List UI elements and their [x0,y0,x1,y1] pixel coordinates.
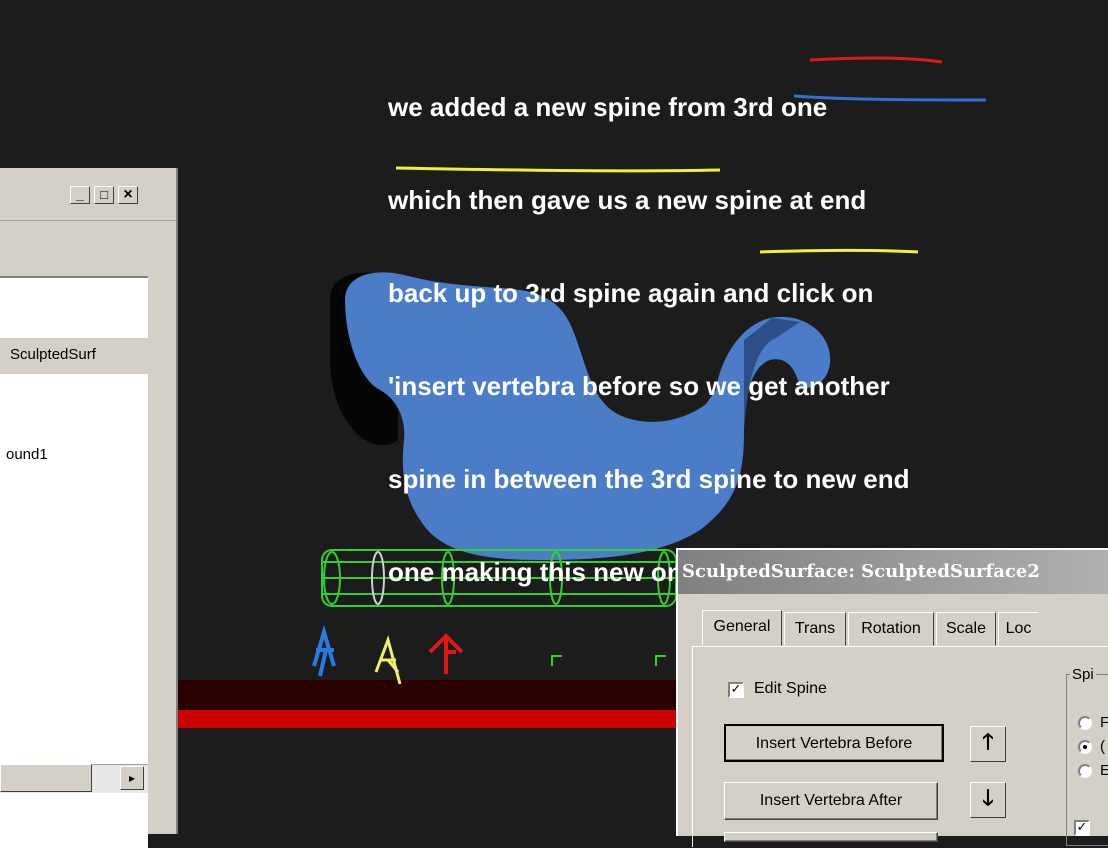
spine-radio-label: ( [1100,738,1105,755]
annotation-line: which then gave us a new spine at end [388,185,867,215]
vertebra-marker-green-small-2 [655,655,666,666]
edit-spine-label: Edit Spine [754,680,827,697]
tree-row-label[interactable]: ound1 [6,446,48,463]
scroll-right-button[interactable]: ▸ [120,766,144,790]
tab-rotation[interactable]: Rotation [848,612,934,646]
edit-spine-checkbox[interactable]: ✓ [728,682,744,698]
maximize-button[interactable]: □ [94,186,114,204]
sculpted-surface-dialog: SculptedSurface: SculptedSurface2 Genera… [676,548,1108,847]
insert-vertebra-after-button[interactable]: Insert Vertebra After [724,782,938,820]
close-button[interactable]: × [118,186,138,204]
spine-group-label: Spi [1070,666,1096,683]
vertebra-marker-green-small-1 [551,655,562,666]
floor-dark-band [178,680,678,714]
move-down-icon[interactable]: 🡓 [970,782,1006,818]
spine-radio-label: E [1100,762,1108,779]
scene-tree-window: _ □ × SculptedSurf ound1 ▸ [0,168,178,848]
insert-vertebra-before-button[interactable]: Insert Vertebra Before [724,724,944,762]
annotation-line: 'insert vertebra before so we get anothe… [388,371,890,401]
tab-location[interactable]: Loc [998,612,1038,646]
tree-row-label: SculptedSurf [10,346,96,363]
spine-radio-label: F [1100,714,1108,731]
tab-scale[interactable]: Scale [936,612,996,646]
tab-trans[interactable]: Trans [784,612,846,646]
scrollbar-thumb[interactable] [0,764,92,792]
vertebra-marker-blue [312,624,336,677]
spine-radio-1[interactable] [1078,716,1092,730]
annotation-line: back up to 3rd spine again and click on [388,278,874,308]
annotation-line: we added a new spine from 3rd one [388,92,828,122]
tab-general[interactable]: General [702,610,782,646]
minimize-button[interactable]: _ [70,186,90,204]
annotation-line: spine in between the 3rd spine to new en… [388,464,910,494]
dialog-title: SculptedSurface: SculptedSurface2 [678,550,1108,594]
spine-radio-3[interactable] [1078,764,1092,778]
spine-radio-2[interactable] [1078,740,1092,754]
floor-red-band [178,710,678,728]
move-up-icon[interactable]: 🡑 [970,726,1006,762]
